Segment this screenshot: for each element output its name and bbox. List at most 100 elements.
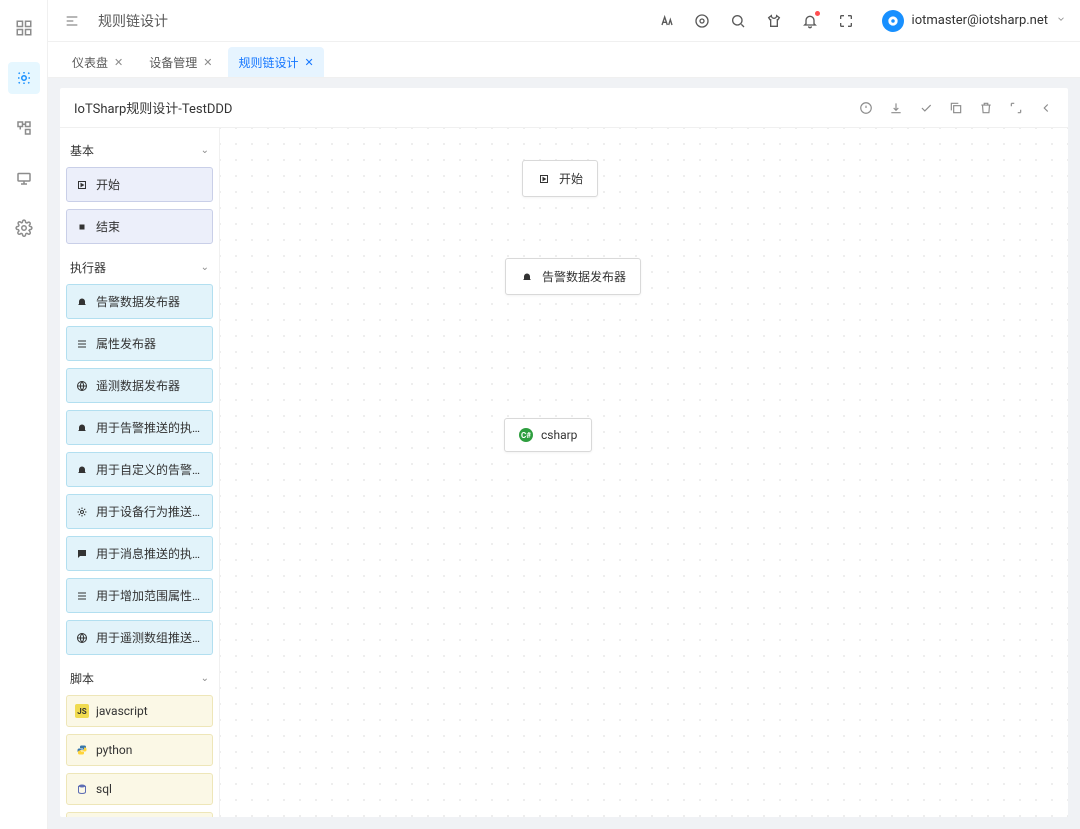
- gear-icon: [75, 505, 89, 519]
- nav-settings[interactable]: [8, 212, 40, 244]
- menu-toggle-icon[interactable]: [62, 11, 82, 31]
- tab-dashboard[interactable]: 仪表盘 ✕: [62, 47, 133, 77]
- palette-group-title: 基本: [70, 142, 94, 159]
- designer-header: IoTSharp规则设计-TestDDD: [60, 88, 1068, 128]
- close-icon[interactable]: ✕: [114, 56, 123, 69]
- canvas-node-label: 开始: [559, 170, 583, 187]
- palette-item-label: 遥测数据发布器: [96, 377, 180, 394]
- bell-icon: [75, 463, 89, 477]
- delete-icon[interactable]: [978, 100, 994, 116]
- palette-item-lua[interactable]: lua: [66, 812, 213, 817]
- palette-item-label: 属性发布器: [96, 335, 156, 352]
- palette-item-label: sql: [96, 782, 112, 796]
- palette-group-title: 脚本: [70, 670, 94, 687]
- palette-item-label: 用于增加范围属性的执行器: [96, 587, 204, 604]
- csharp-icon: C#: [519, 428, 533, 442]
- palette-item-label: 用于自定义的告警推送的…: [96, 461, 204, 478]
- search-icon[interactable]: [730, 13, 746, 29]
- bell-icon[interactable]: [802, 13, 818, 29]
- back-icon[interactable]: [1038, 100, 1054, 116]
- user-menu[interactable]: iotmaster@iotsharp.net: [882, 10, 1066, 32]
- tab-label: 规则链设计: [238, 54, 298, 71]
- palette-item-label: 用于消息推送的执行器: [96, 545, 204, 562]
- start-icon: [75, 178, 89, 192]
- top-header: 规则链设计 iotmaster@iotsharp.net: [48, 0, 1080, 42]
- tab-label: 仪表盘: [72, 54, 108, 71]
- palette-item-label: javascript: [96, 704, 148, 718]
- nav-devices[interactable]: [8, 162, 40, 194]
- palette-item-alarm-publisher[interactable]: 告警数据发布器: [66, 284, 213, 319]
- list-icon: [75, 337, 89, 351]
- list-icon: [75, 589, 89, 603]
- globe-icon: [75, 631, 89, 645]
- tabs-bar: 仪表盘 ✕ 设备管理 ✕ 规则链设计 ✕: [48, 42, 1080, 78]
- python-icon: [75, 743, 89, 757]
- check-icon[interactable]: [918, 100, 934, 116]
- palette-item-telemetry-array-push-exec[interactable]: 用于遥测数组推送的执行器: [66, 620, 213, 655]
- message-icon: [75, 547, 89, 561]
- avatar: [882, 10, 904, 32]
- copy-icon[interactable]: [948, 100, 964, 116]
- palette-item-label: 用于遥测数组推送的执行器: [96, 629, 204, 646]
- palette-item-start[interactable]: 开始: [66, 167, 213, 202]
- chevron-down-icon: ⌄: [201, 262, 209, 273]
- user-name: iotmaster@iotsharp.net: [912, 13, 1048, 28]
- notification-dot: [815, 11, 820, 16]
- designer-canvas[interactable]: 开始 告警数据发布器 C# csharp: [220, 128, 1068, 817]
- palette-group-script[interactable]: 脚本 ⌄: [66, 662, 213, 695]
- palette-item-label: python: [96, 743, 132, 757]
- bell-icon: [520, 270, 534, 284]
- palette-item-sql[interactable]: sql: [66, 773, 213, 805]
- tab-label: 设备管理: [149, 54, 197, 71]
- chevron-down-icon: [1056, 13, 1066, 28]
- palette-item-label: 告警数据发布器: [96, 293, 180, 310]
- globe-icon: [75, 379, 89, 393]
- palette-group-executor[interactable]: 执行器 ⌄: [66, 251, 213, 284]
- nav-dashboard[interactable]: [8, 12, 40, 44]
- font-size-icon[interactable]: [658, 13, 674, 29]
- expand-icon[interactable]: [1008, 100, 1024, 116]
- nav-designer[interactable]: [8, 62, 40, 94]
- sql-icon: [75, 782, 89, 796]
- node-palette: 基本 ⌄ 开始 结束 执行器: [60, 128, 220, 817]
- bell-icon: [75, 295, 89, 309]
- palette-item-label: 开始: [96, 176, 120, 193]
- canvas-node-start[interactable]: 开始: [522, 160, 598, 197]
- palette-item-scope-attr-exec[interactable]: 用于增加范围属性的执行器: [66, 578, 213, 613]
- designer-panel: IoTSharp规则设计-TestDDD: [60, 88, 1068, 817]
- palette-item-message-push-exec[interactable]: 用于消息推送的执行器: [66, 536, 213, 571]
- tab-designer[interactable]: 规则链设计 ✕: [228, 47, 323, 77]
- close-icon[interactable]: ✕: [203, 56, 212, 69]
- nav-flows[interactable]: [8, 112, 40, 144]
- palette-item-alarm-push-exec[interactable]: 用于告警推送的执行器: [66, 410, 213, 445]
- shirt-icon[interactable]: [766, 13, 782, 29]
- palette-item-telemetry-publisher[interactable]: 遥测数据发布器: [66, 368, 213, 403]
- palette-item-python[interactable]: python: [66, 734, 213, 766]
- js-icon: JS: [75, 704, 89, 718]
- chevron-down-icon: ⌄: [201, 145, 209, 156]
- canvas-node-label: 告警数据发布器: [542, 268, 626, 285]
- canvas-node-csharp[interactable]: C# csharp: [504, 418, 592, 452]
- palette-item-device-behavior-push-exec[interactable]: 用于设备行为推送的执行器: [66, 494, 213, 529]
- palette-item-end[interactable]: 结束: [66, 209, 213, 244]
- download-icon[interactable]: [888, 100, 904, 116]
- palette-item-javascript[interactable]: JS javascript: [66, 695, 213, 727]
- designer-title: IoTSharp规则设计-TestDDD: [74, 98, 232, 117]
- stop-icon: [75, 220, 89, 234]
- palette-item-attr-publisher[interactable]: 属性发布器: [66, 326, 213, 361]
- palette-item-custom-alarm-push-exec[interactable]: 用于自定义的告警推送的…: [66, 452, 213, 487]
- close-icon[interactable]: ✕: [304, 56, 313, 69]
- palette-item-label: 结束: [96, 218, 120, 235]
- chevron-down-icon: ⌄: [201, 673, 209, 684]
- palette-item-label: 用于设备行为推送的执行器: [96, 503, 204, 520]
- left-nav-rail: [0, 0, 48, 829]
- canvas-node-label: csharp: [541, 428, 577, 442]
- help-action-icon[interactable]: [858, 100, 874, 116]
- bell-icon: [75, 421, 89, 435]
- canvas-node-alarm-publisher[interactable]: 告警数据发布器: [505, 258, 641, 295]
- fullscreen-icon[interactable]: [838, 13, 854, 29]
- palette-group-basic[interactable]: 基本 ⌄: [66, 134, 213, 167]
- help-icon[interactable]: [694, 13, 710, 29]
- page-title: 规则链设计: [98, 11, 168, 31]
- tab-devices[interactable]: 设备管理 ✕: [139, 47, 222, 77]
